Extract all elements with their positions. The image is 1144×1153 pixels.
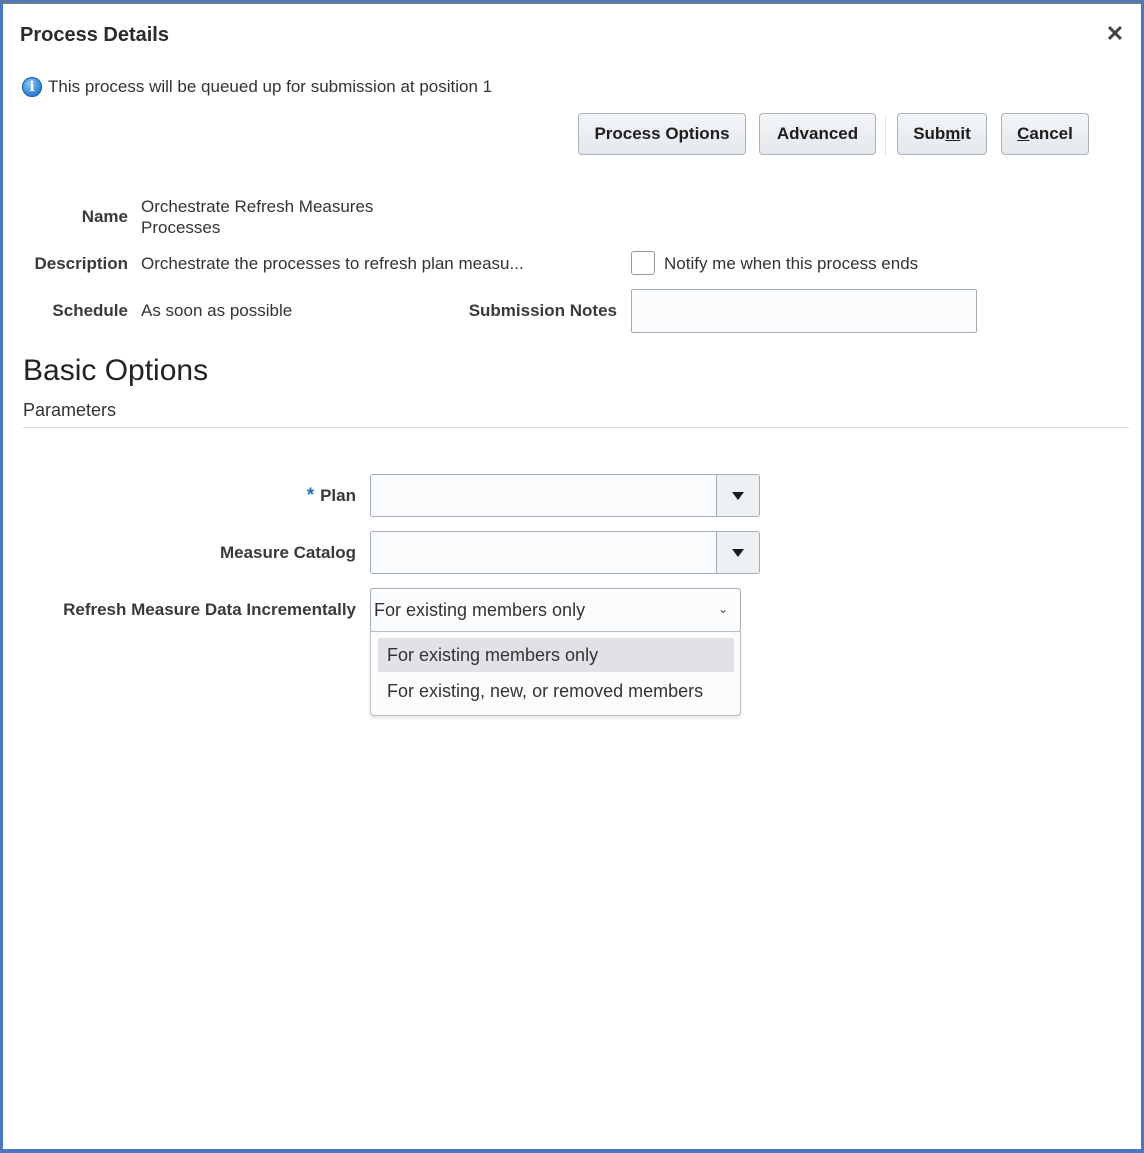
measure-catalog-combobox — [370, 531, 760, 574]
chevron-down-icon: ⌄ — [717, 602, 728, 616]
measure-catalog-label: Measure Catalog — [219, 543, 356, 562]
info-message-text: This process will be queued up for submi… — [48, 77, 493, 96]
plan-input[interactable] — [371, 475, 716, 516]
plan-combobox — [370, 474, 760, 517]
process-options-button[interactable]: Process Options — [578, 113, 746, 155]
section-title: Basic Options — [23, 354, 209, 387]
refresh-option[interactable]: For existing members only — [378, 638, 734, 672]
submission-notes-input[interactable] — [631, 289, 977, 333]
description-value: Orchestrate the processes to refresh pla… — [141, 254, 524, 273]
name-value: Orchestrate Refresh Measures Processes — [141, 197, 374, 237]
advanced-button[interactable]: Advanced — [759, 113, 876, 155]
process-details-dialog: Process Details ✕ i This process will be… — [0, 0, 1144, 1153]
cancel-button[interactable]: Cancel — [1001, 113, 1089, 155]
advanced-label: Advanced — [776, 124, 859, 143]
refresh-incrementally-select[interactable]: For existing members only ⌄ — [370, 588, 741, 632]
notify-checkbox[interactable] — [631, 251, 655, 275]
name-label: Name — [81, 207, 128, 226]
submit-button[interactable]: Submit — [897, 113, 987, 155]
toolbar-separator — [885, 114, 886, 156]
section-subtitle: Parameters — [23, 400, 117, 420]
schedule-value: As soon as possible — [141, 301, 293, 320]
measure-catalog-input[interactable] — [371, 532, 716, 573]
required-marker: * — [306, 485, 315, 506]
plan-dropdown-button[interactable] — [716, 475, 759, 516]
notify-label[interactable]: Notify me when this process ends — [664, 254, 918, 274]
cancel-label: Cancel — [1017, 124, 1073, 143]
submission-notes-label: Submission Notes — [468, 301, 617, 320]
close-icon: ✕ — [1105, 21, 1125, 46]
caret-down-icon — [732, 491, 744, 500]
process-options-label: Process Options — [594, 124, 730, 143]
refresh-option[interactable]: For existing, new, or removed members — [378, 674, 734, 708]
info-message: i This process will be queued up for sub… — [22, 77, 492, 97]
refresh-incrementally-value: For existing members only — [374, 599, 586, 620]
section-divider — [23, 427, 1129, 428]
submit-label: Submit — [913, 124, 971, 143]
dialog-title: Process Details — [20, 24, 169, 46]
measure-catalog-dropdown-button[interactable] — [716, 532, 759, 573]
plan-label: * Plan — [306, 485, 356, 506]
description-label: Description — [34, 254, 128, 273]
schedule-label: Schedule — [52, 301, 128, 320]
refresh-incrementally-label: Refresh Measure Data Incrementally — [63, 600, 356, 619]
close-button[interactable]: ✕ — [1103, 22, 1127, 46]
refresh-options-listbox: For existing members only For existing, … — [370, 631, 741, 716]
caret-down-icon — [732, 548, 744, 557]
info-icon: i — [22, 77, 42, 97]
